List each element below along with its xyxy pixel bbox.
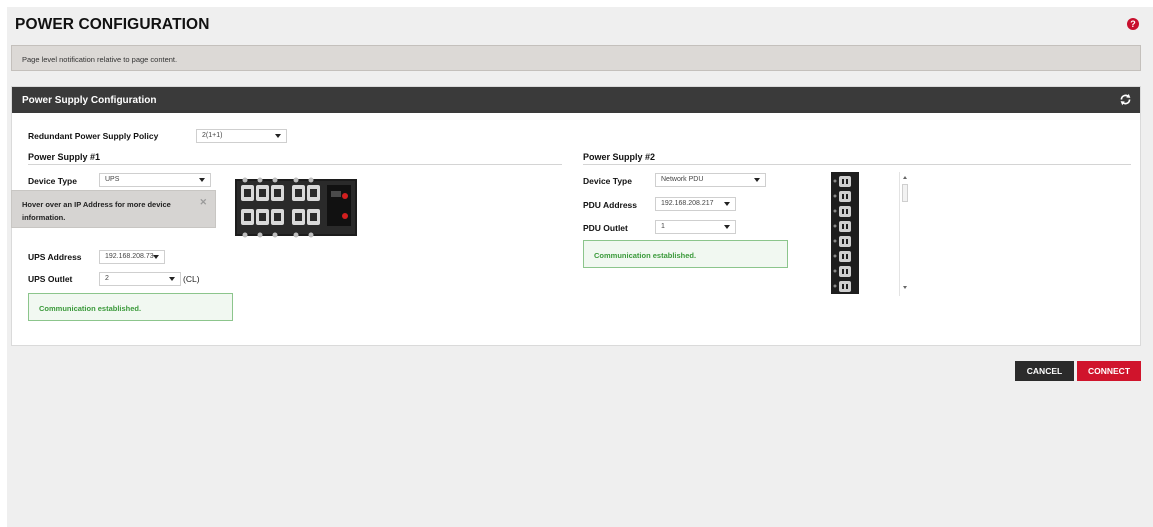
chevron-down-icon: [724, 202, 730, 206]
policy-select-value: 2(1+1): [202, 132, 223, 139]
cancel-button[interactable]: CANCEL: [1015, 361, 1074, 381]
pdu-outlet-strip-image: [831, 172, 859, 294]
ps2-divider: [583, 164, 1131, 165]
ps1-divider: [28, 164, 562, 165]
policy-label: Redundant Power Supply Policy: [28, 131, 159, 141]
panel-header: Power Supply Configuration: [12, 87, 1140, 113]
connect-button[interactable]: CONNECT: [1077, 361, 1141, 381]
chevron-down-icon: [724, 225, 730, 229]
tooltip-text: Hover over an IP Address for more device…: [22, 200, 171, 222]
close-icon[interactable]: ✕: [199, 196, 207, 209]
chevron-down-icon: [169, 277, 175, 281]
chevron-down-icon: [275, 134, 281, 138]
info-tooltip: Hover over an IP Address for more device…: [11, 190, 216, 228]
ps1-status-message: Communication established.: [28, 293, 233, 321]
ps2-title: Power Supply #2: [583, 152, 656, 162]
ps1-device-type-select[interactable]: UPS: [99, 173, 211, 187]
refresh-icon[interactable]: [1119, 93, 1132, 106]
pdu-address-select[interactable]: 192.168.208.217: [655, 197, 736, 211]
ups-address-select[interactable]: 192.168.208.73: [99, 250, 165, 264]
scrollbar-thumb[interactable]: [902, 184, 908, 202]
scroll-down-icon[interactable]: [903, 286, 907, 289]
ups-rear-panel-image: [235, 177, 357, 238]
chevron-down-icon: [754, 178, 760, 182]
ups-outlet-select[interactable]: 2: [99, 272, 181, 286]
ups-outlet-value: 2: [105, 275, 109, 282]
pdu-outlet-value: 1: [661, 223, 665, 230]
ps1-device-type-value: UPS: [105, 176, 120, 183]
ps2-device-type-label: Device Type: [583, 176, 632, 186]
panel-title: Power Supply Configuration: [22, 95, 157, 106]
ps2-status-message: Communication established.: [583, 240, 788, 268]
ps2-device-type-value: Network PDU: [661, 176, 704, 183]
page-title: POWER CONFIGURATION: [15, 16, 210, 33]
pdu-image-scrollbar[interactable]: [899, 172, 909, 296]
pdu-address-label: PDU Address: [583, 200, 638, 210]
ups-outlet-label: UPS Outlet: [28, 274, 73, 284]
chevron-down-icon: [199, 178, 205, 182]
ps1-device-type-label: Device Type: [28, 176, 77, 186]
policy-select[interactable]: 2(1+1): [196, 129, 287, 143]
pdu-outlet-label: PDU Outlet: [583, 223, 628, 233]
question-circle-icon[interactable]: ?: [1127, 18, 1139, 30]
ups-address-label: UPS Address: [28, 252, 82, 262]
ups-address-value: 192.168.208.73: [105, 253, 154, 260]
ps1-title: Power Supply #1: [28, 152, 101, 162]
ups-outlet-suffix: (CL): [183, 274, 200, 284]
ps2-device-type-select[interactable]: Network PDU: [655, 173, 766, 187]
pdu-outlet-select[interactable]: 1: [655, 220, 736, 234]
pdu-address-value: 192.168.208.217: [661, 200, 714, 207]
scroll-up-icon[interactable]: [903, 176, 907, 179]
page-notification: Page level notification relative to page…: [11, 45, 1141, 71]
chevron-down-icon: [153, 255, 159, 259]
